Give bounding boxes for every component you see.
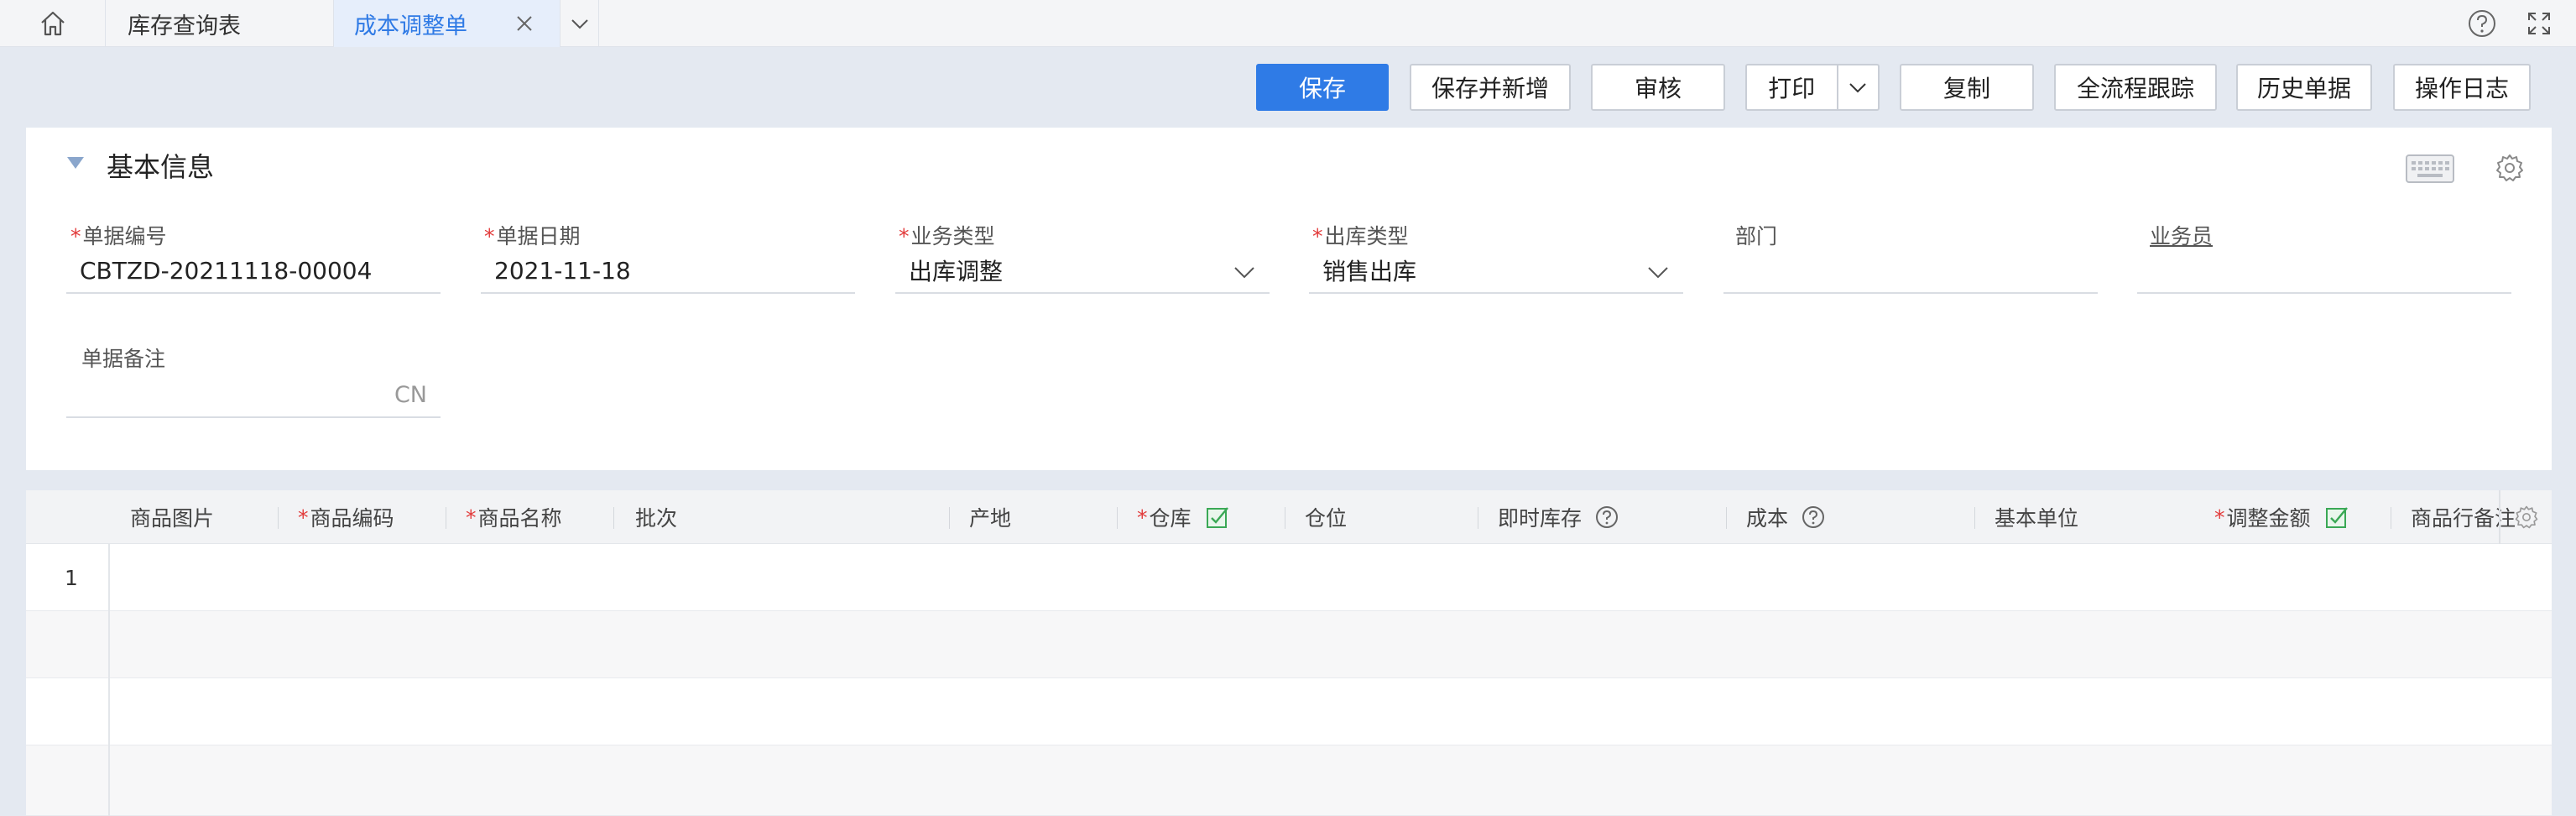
chevron-down-icon [1234,267,1254,279]
tab-more-button[interactable] [561,0,599,47]
item-grid: 商品图片 * 商品编码 * 商品名称 批次 产地 * 仓库 仓位 即时库存 成本… [26,490,2552,816]
collapse-triangle-icon[interactable] [66,156,85,170]
tab-inventory-query[interactable]: 库存查询表 [106,0,334,47]
doc-date-value: 2021-11-18 [494,256,631,285]
section-title: 基本信息 [107,151,215,183]
full-trace-button[interactable]: 全流程跟踪 [2054,64,2217,111]
col-product-image[interactable]: 商品图片 [110,490,278,544]
batch-edit-icon[interactable] [1205,505,1230,530]
col-realtime-stock[interactable]: 即时库存 [1478,490,1726,544]
salesman-label[interactable]: 业务员 [2150,220,2213,250]
keyboard-icon[interactable] [2406,154,2454,183]
doc-no-field[interactable]: CBTZD-20211118-00004 [66,248,441,294]
help-circle-icon[interactable] [2467,8,2497,39]
table-row[interactable] [26,611,2552,678]
close-icon[interactable] [514,13,534,34]
table-row[interactable] [26,745,2552,816]
chevron-down-icon [571,19,588,29]
save-button[interactable]: 保存 [1256,64,1389,111]
print-button[interactable]: 打印 [1745,64,1880,111]
doc-no-value: CBTZD-20211118-00004 [80,256,373,285]
help-circle-icon[interactable] [1802,505,1825,529]
basic-info-panel: 基本信息 *单据编号 CBTZD-20211118-00004 *单据日期 20… [26,128,2552,470]
col-location[interactable]: 仓位 [1285,490,1478,544]
history-docs-button[interactable]: 历史单据 [2236,64,2372,111]
gear-icon[interactable] [2495,153,2525,183]
table-row[interactable]: 1 [26,544,2552,611]
out-type-select[interactable]: 销售出库 [1309,248,1683,294]
gear-icon [2515,505,2537,529]
tab-label: 成本调整单 [354,13,467,39]
tab-label: 库存查询表 [128,13,241,39]
col-product-name[interactable]: * 商品名称 [446,490,613,544]
operation-log-button[interactable]: 操作日志 [2393,64,2531,111]
dept-field[interactable] [1723,248,2098,294]
help-circle-icon[interactable] [1595,505,1619,529]
row-index-column [26,544,110,816]
col-adjust-amount[interactable]: * 调整金额 [2174,490,2391,544]
remark-label: 单据备注 [81,347,166,371]
tab-cost-adjustment[interactable]: 成本调整单 [334,0,561,47]
biz-type-label: *业务类型 [899,224,995,248]
column-settings[interactable] [2499,490,2552,544]
home-icon [40,11,65,36]
tab-home[interactable] [0,0,106,47]
batch-edit-icon[interactable] [2324,505,2349,530]
out-type-label: *出库类型 [1312,224,1409,248]
doc-no-label: *单据编号 [70,224,167,248]
save-and-new-button[interactable]: 保存并新增 [1410,64,1571,111]
col-origin[interactable]: 产地 [949,490,1117,544]
salesman-field[interactable] [2137,248,2511,294]
tab-bar: 库存查询表 成本调整单 [0,0,2576,47]
biz-type-select[interactable]: 出库调整 [895,248,1270,294]
col-base-unit[interactable]: 基本单位 [1974,490,2198,544]
biz-type-value: 出库调整 [909,258,1004,285]
print-label: 打印 [1768,75,1816,102]
audit-button[interactable]: 审核 [1591,64,1725,111]
grid-header: 商品图片 * 商品编码 * 商品名称 批次 产地 * 仓库 仓位 即时库存 成本… [26,490,2552,544]
table-row[interactable] [26,678,2552,745]
chevron-down-icon [1849,83,1867,93]
col-batch[interactable]: 批次 [613,490,949,544]
print-dropdown-toggle[interactable] [1836,65,1878,109]
doc-date-label: *单据日期 [484,224,581,248]
out-type-value: 销售出库 [1322,258,1417,285]
remark-field[interactable]: CN [66,373,441,418]
col-cost[interactable]: 成本 [1726,490,1974,544]
col-product-code[interactable]: * 商品编码 [278,490,446,544]
dept-label: 部门 [1735,224,1778,248]
copy-button[interactable]: 复制 [1900,64,2034,111]
chevron-down-icon [1648,267,1668,279]
fullscreen-icon[interactable] [2524,8,2554,39]
doc-date-field[interactable]: 2021-11-18 [481,248,855,294]
col-warehouse[interactable]: * 仓库 [1117,490,1285,544]
input-language-hint: CN [394,381,427,408]
